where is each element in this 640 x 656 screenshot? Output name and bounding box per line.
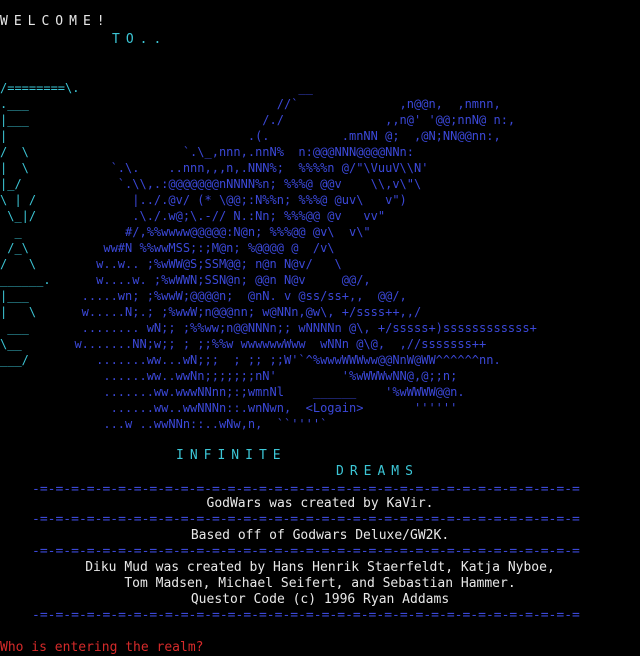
divider-3: -=-=-=-=-=-=-=-=-=-=-=-=-=-=-=-=-=-=-=-=… — [32, 544, 580, 559]
credit-questor: Questor Code (c) 1996 Ryan Addams — [190, 592, 450, 607]
credit-diku-2: Tom Madsen, Michael Seifert, and Sebasti… — [124, 576, 516, 591]
credit-kavir: GodWars was created by KaVir. — [206, 496, 434, 511]
divider-bottom: -=-=-=-=-=-=-=-=-=-=-=-=-=-=-=-=-=-=-=-=… — [32, 608, 580, 623]
welcome-text: WELCOME! — [0, 14, 111, 29]
dragon-lines-text: __ //` ,n@@n, ,nmnn, /./ ,,n@' '@@;nnN@ … — [74, 81, 537, 431]
to-text: TO.. — [112, 32, 168, 47]
login-prompt[interactable]: Who is entering the realm? — [0, 640, 204, 656]
title-infinite: INFINITE — [176, 448, 287, 463]
dragon-body: __ //` ,n@@n, ,nmnn, /./ ,,n@' '@@;nnN@ … — [60, 48, 537, 464]
divider-2: -=-=-=-=-=-=-=-=-=-=-=-=-=-=-=-=-=-=-=-=… — [32, 512, 580, 527]
title-dreams: DREAMS — [336, 464, 419, 479]
ascii-dragon-art: /========\. .___ |___ | / \ | \ |_/ \ | … — [0, 48, 640, 468]
credit-based-off: Based off of Godwars Deluxe/GW2K. — [190, 528, 450, 543]
credit-diku-1: Diku Mud was created by Hans Henrik Stae… — [85, 560, 555, 575]
